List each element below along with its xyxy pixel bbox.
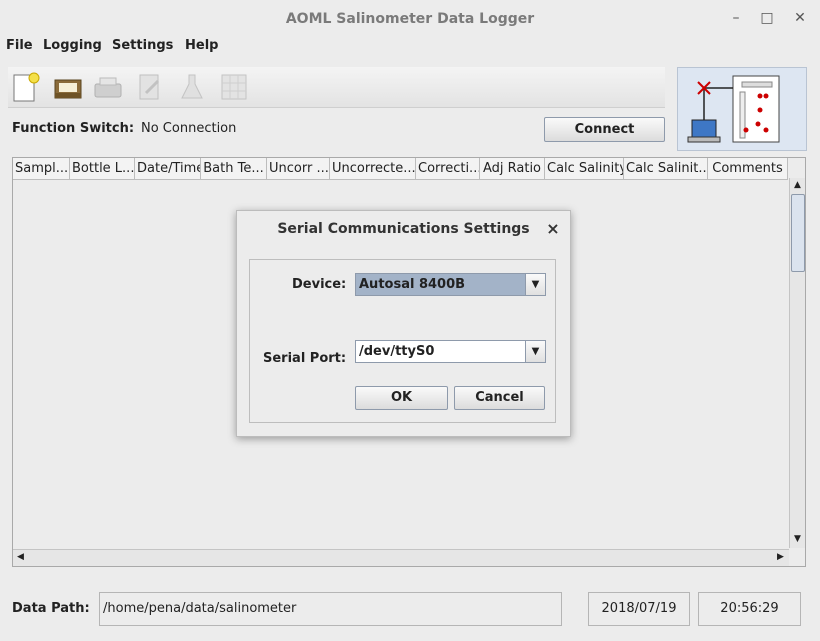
menu-logging[interactable]: Logging: [43, 36, 102, 56]
menu-file[interactable]: File: [6, 36, 33, 56]
print-icon[interactable]: [92, 71, 124, 103]
toolbar: [8, 67, 665, 108]
vertical-scrollbar[interactable]: ▲ ▼: [789, 178, 805, 548]
column-header[interactable]: Bottle L...: [70, 158, 135, 179]
column-header[interactable]: Date/Time: [135, 158, 201, 179]
serial-settings-dialog: Serial Communications Settings × Device:…: [236, 210, 571, 437]
scroll-right-icon[interactable]: ▶: [774, 551, 787, 564]
column-header[interactable]: Correcti...: [416, 158, 480, 179]
column-header[interactable]: Calc Salinity: [545, 158, 624, 179]
data-path-label: Data Path:: [12, 601, 90, 616]
column-header[interactable]: Uncorrecte...: [330, 158, 416, 179]
device-label: Device:: [292, 277, 347, 292]
scroll-up-icon[interactable]: ▲: [791, 179, 804, 192]
function-switch-label: Function Switch:: [12, 121, 135, 136]
salinometer-logo: [677, 67, 807, 151]
menu-settings[interactable]: Settings: [112, 36, 173, 56]
horizontal-scrollbar[interactable]: ◀ ▶: [13, 549, 789, 566]
device-select-value: Autosal 8400B: [359, 277, 466, 292]
scroll-left-icon[interactable]: ◀: [14, 551, 27, 564]
chevron-down-icon[interactable]: ▼: [525, 341, 545, 362]
ok-button[interactable]: OK: [355, 386, 448, 410]
column-header[interactable]: Sampl...: [13, 158, 70, 179]
column-header[interactable]: Bath Te...: [201, 158, 267, 179]
close-icon[interactable]: ✕: [792, 10, 808, 26]
open-folder-icon[interactable]: [52, 71, 84, 103]
serial-port-select-value: /dev/ttyS0: [359, 344, 435, 359]
minimize-icon[interactable]: –: [728, 10, 744, 26]
time-display: 20:56:29: [698, 592, 801, 626]
vertical-scroll-thumb[interactable]: [791, 194, 805, 272]
window-title: AOML Salinometer Data Logger: [285, 11, 535, 27]
cancel-button[interactable]: Cancel: [454, 386, 545, 410]
new-file-icon[interactable]: [10, 71, 42, 103]
column-header[interactable]: Calc Salinit...: [624, 158, 708, 179]
column-header[interactable]: Uncorr ...: [267, 158, 330, 179]
device-select[interactable]: Autosal 8400B ▼: [355, 273, 546, 296]
serial-port-label: Serial Port:: [263, 351, 347, 366]
menu-bar: File Logging Settings Help: [0, 36, 820, 56]
menu-help[interactable]: Help: [185, 36, 218, 56]
spreadsheet-icon[interactable]: [218, 71, 250, 103]
dialog-panel: Device: Autosal 8400B ▼ Serial Port: /de…: [249, 259, 556, 423]
table-header: Sampl... Bottle L... Date/Time Bath Te..…: [13, 158, 788, 180]
edit-document-icon[interactable]: [134, 71, 166, 103]
serial-port-select[interactable]: /dev/ttyS0 ▼: [355, 340, 546, 363]
scroll-down-icon[interactable]: ▼: [791, 533, 804, 546]
function-switch-value: No Connection: [141, 121, 237, 136]
title-bar[interactable]: AOML Salinometer Data Logger – □ ✕: [0, 0, 820, 38]
data-path-field[interactable]: /home/pena/data/salinometer: [99, 592, 562, 626]
connect-button[interactable]: Connect: [544, 117, 665, 142]
chevron-down-icon[interactable]: ▼: [525, 274, 545, 295]
dialog-title: Serial Communications Settings: [277, 221, 530, 237]
dialog-close-icon[interactable]: ×: [545, 219, 561, 239]
maximize-icon[interactable]: □: [759, 10, 775, 26]
column-header[interactable]: Adj Ratio: [480, 158, 545, 179]
date-display: 2018/07/19: [588, 592, 690, 626]
flask-icon[interactable]: [176, 71, 208, 103]
column-header[interactable]: Comments: [708, 158, 788, 179]
